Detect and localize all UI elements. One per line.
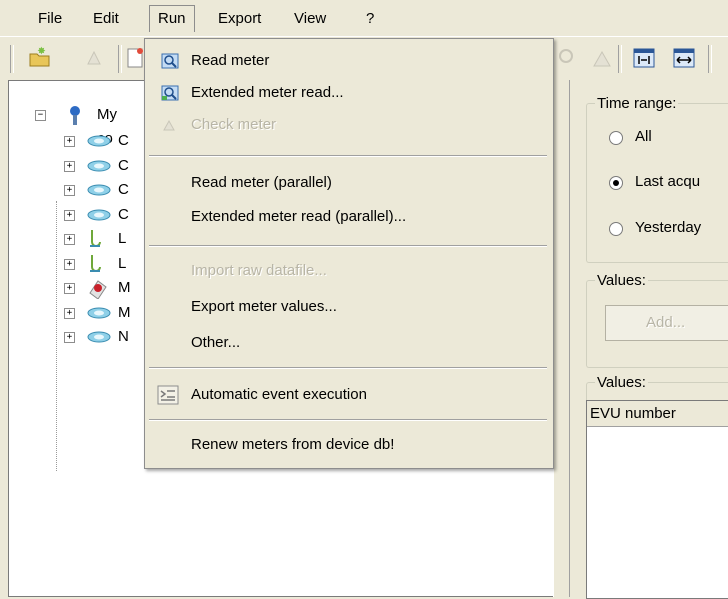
expand-icon[interactable]: + — [64, 136, 75, 147]
expand-columns-icon[interactable] — [672, 46, 696, 70]
radio-last-label: Last acqu — [635, 173, 701, 190]
tree-connector — [56, 201, 58, 471]
time-range-group: Time range: All Last acqu Yesterday — [586, 95, 728, 263]
menu-item-read-meter[interactable]: Read meter — [145, 45, 551, 77]
radio-all-label: All — [635, 128, 652, 145]
menu-run[interactable]: Run — [149, 5, 195, 32]
disabled-tool-icon — [87, 50, 101, 65]
tree-node[interactable]: + L — [64, 253, 144, 275]
radio-yesterday-label: Yesterday — [635, 219, 702, 236]
disabled-tool-icon — [593, 50, 611, 67]
menu-item-other[interactable]: Other... — [145, 327, 551, 359]
expand-icon[interactable]: + — [64, 259, 75, 270]
expand-icon[interactable]: + — [64, 185, 75, 196]
add-button[interactable]: Add... — [605, 305, 728, 341]
menu-separator — [149, 367, 547, 369]
expand-icon[interactable]: + — [64, 332, 75, 343]
menu-item-read-meter-parallel[interactable]: Read meter (parallel) — [145, 167, 551, 199]
toolbar-separator — [618, 45, 622, 73]
meter-icon — [86, 208, 112, 226]
values-group: Values: Add... — [586, 272, 728, 368]
menu-item-automatic-event-execution[interactable]: Automatic event execution — [145, 379, 551, 411]
tree-node[interactable]: + M — [64, 277, 144, 300]
toolbar-separator — [708, 45, 712, 73]
collapse-icon[interactable]: − — [35, 110, 46, 121]
tree-node[interactable]: + C — [64, 179, 144, 201]
run-menu-dropdown: Read meter Extended meter read... Check … — [144, 38, 554, 469]
menu-separator — [149, 245, 547, 247]
open-folder-icon[interactable] — [28, 46, 52, 70]
tree-node[interactable]: + L — [64, 228, 144, 250]
values-grid[interactable]: EVU number — [586, 400, 728, 599]
tree-node-label: C — [118, 181, 129, 198]
l-device-icon — [86, 228, 104, 254]
menu-separator — [149, 155, 547, 157]
menu-view[interactable]: View — [286, 6, 334, 32]
tree-node-label: L — [118, 230, 127, 247]
menu-item-export-meter-values[interactable]: Export meter values... — [145, 291, 551, 323]
meter-icon — [86, 159, 112, 177]
tree-node-label: C — [118, 157, 129, 174]
menu-item-extended-meter-read[interactable]: Extended meter read... — [145, 77, 551, 109]
values-grid-title: Values: — [595, 374, 648, 391]
menu-item-import-raw-datafile: Import raw datafile... — [191, 262, 327, 279]
meter-icon — [86, 306, 112, 324]
menu-file[interactable]: File — [30, 6, 70, 32]
toolbar-separator — [10, 45, 14, 73]
meter-icon — [86, 134, 112, 152]
expand-icon[interactable]: + — [64, 234, 75, 245]
tree-node[interactable]: + C — [64, 130, 144, 152]
l-device-icon — [86, 253, 104, 279]
tree-node-label: C — [118, 132, 129, 149]
automatic-event-icon — [157, 385, 179, 405]
tree-node-label: N — [118, 328, 129, 345]
menu-item-extended-read-parallel[interactable]: Extended meter read (parallel)... — [145, 201, 551, 233]
time-range-title: Time range: — [595, 95, 679, 112]
menu-export[interactable]: Export — [210, 6, 269, 32]
tree-node[interactable]: + M — [64, 302, 144, 324]
expand-icon[interactable]: + — [64, 161, 75, 172]
menu-bar: File Edit Run Export View ? — [0, 0, 728, 36]
menu-item-check-meter: Check meter — [145, 109, 551, 141]
radio-yesterday[interactable] — [609, 222, 623, 236]
tree-node-label: C — [118, 206, 129, 223]
expand-icon[interactable]: + — [64, 283, 75, 294]
search-icon — [559, 49, 573, 63]
tree-node-label: M — [118, 279, 131, 296]
tree-node[interactable]: + N — [64, 326, 144, 348]
read-meter-icon — [161, 53, 179, 69]
tree-node-label: L — [118, 255, 127, 272]
meter-icon — [86, 183, 112, 201]
radio-last-acquisition[interactable] — [609, 176, 623, 190]
menu-edit[interactable]: Edit — [85, 6, 127, 32]
m-device-red-icon — [86, 277, 108, 303]
grid-column-header[interactable]: EVU number — [587, 401, 728, 427]
expand-icon[interactable]: + — [64, 308, 75, 319]
toolbar-separator — [118, 45, 122, 73]
tree-node[interactable]: + C — [64, 204, 144, 226]
tree-node[interactable]: + C — [64, 155, 144, 177]
fit-width-icon[interactable] — [632, 46, 656, 70]
panel-splitter[interactable] — [553, 80, 570, 597]
menu-item-renew-meters[interactable]: Renew meters from device db! — [145, 429, 551, 461]
menu-help[interactable]: ? — [358, 6, 382, 32]
filter-panel: Time range: All Last acqu Yesterday Valu… — [569, 80, 728, 599]
check-meter-icon — [163, 119, 175, 131]
radio-all[interactable] — [609, 131, 623, 145]
tree-node-label: M — [118, 304, 131, 321]
extended-read-icon — [161, 85, 179, 101]
computer-icon — [70, 106, 80, 125]
menu-separator — [149, 419, 547, 421]
expand-icon[interactable]: + — [64, 210, 75, 221]
values-group-title: Values: — [595, 272, 648, 289]
meter-icon — [86, 330, 112, 348]
